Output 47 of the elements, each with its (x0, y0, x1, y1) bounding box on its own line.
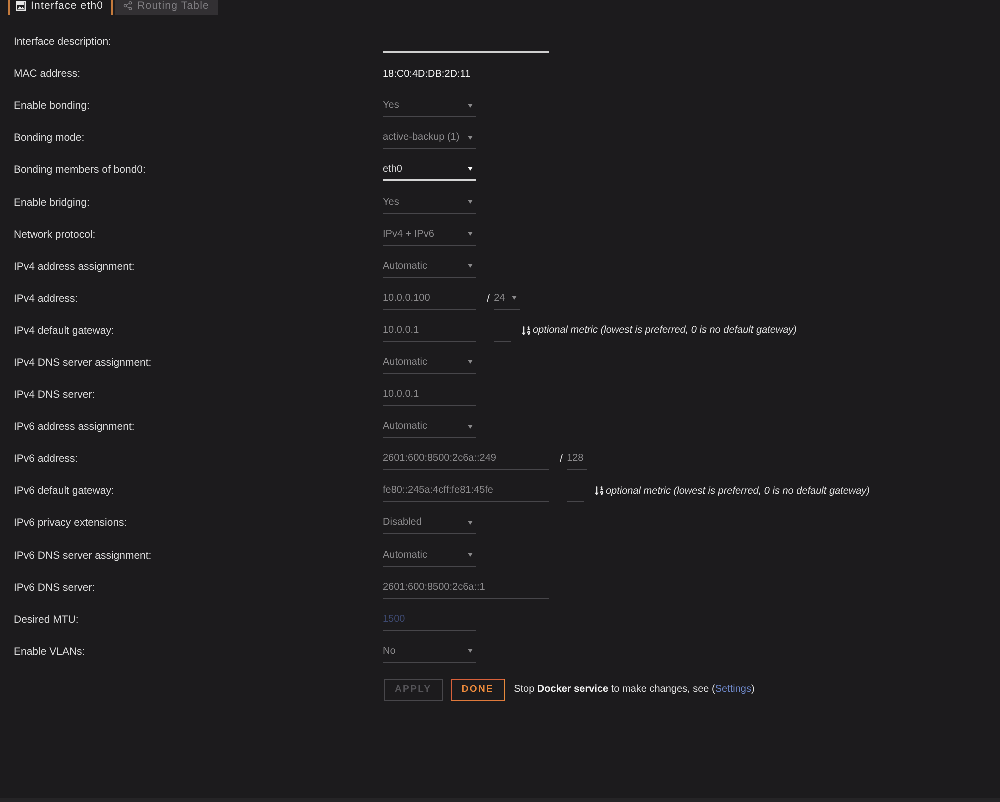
field-label: IPv6 privacy extensions: (14, 517, 128, 530)
field-label: IPv4 DNS server assignment: (14, 356, 152, 369)
caret-icon (468, 232, 473, 236)
field-label: IPv4 DNS server: (14, 389, 96, 402)
field-label: MAC address: (14, 68, 81, 80)
field-label: Bonding mode: (14, 132, 85, 144)
caret-icon (468, 360, 473, 364)
field-label: Interface description: (14, 36, 112, 48)
field-label: IPv4 address assignment: (14, 260, 135, 273)
share-icon (122, 1, 133, 11)
numeric-sort-icon (595, 486, 604, 496)
field-label: Enable bridging: (14, 196, 90, 209)
tab[interactable]: Interface eth0 (8, 0, 113, 15)
field-label: Network protocol: (14, 228, 96, 241)
field-label: Enable VLANs: (14, 646, 86, 658)
field-label: IPv6 DNS server: (14, 582, 96, 594)
caret-icon (468, 136, 473, 140)
field-label: Enable bonding: (14, 100, 90, 112)
field-label: IPv4 address: (14, 292, 78, 305)
field-label: IPv6 address assignment: (14, 421, 135, 434)
field-label: IPv6 address: (14, 453, 78, 466)
field-label: Bonding members of bond0: (14, 164, 146, 176)
field-value: 18:C0:4D:DB:2D:11 (383, 68, 471, 80)
settings-link[interactable]: Settings (715, 684, 752, 696)
dropdown-field[interactable]: eth0 (383, 159, 476, 182)
done-button[interactable]: DONE (450, 678, 506, 701)
docker-notice: Stop Docker service to make changes, see (Settings) (514, 684, 755, 696)
caret-icon (468, 264, 473, 268)
field-label: IPv6 default gateway: (14, 485, 114, 498)
caret-icon (468, 553, 473, 558)
caret-icon (468, 200, 473, 204)
caret-icon (468, 104, 473, 108)
caret-icon (468, 167, 473, 172)
field-label: IPv6 DNS server assignment: (14, 550, 152, 562)
metric-hint: optional metric (lowest is preferred, 0 is no default gateway) (606, 486, 870, 497)
caret-icon (468, 649, 473, 654)
numeric-sort-icon (522, 326, 531, 336)
caret-icon (512, 296, 518, 300)
prefix-separator: / (487, 292, 490, 305)
prefix-separator: / (560, 453, 564, 466)
field-label: IPv4 default gateway: (14, 324, 114, 337)
caret-icon (468, 520, 473, 525)
picture-icon (16, 1, 26, 11)
tab[interactable]: Routing Table (114, 0, 218, 15)
metric-hint: optional metric (lowest is preferred, 0 is no default gateway) (533, 325, 798, 336)
caret-icon (468, 424, 473, 429)
field-label: Desired MTU: (14, 614, 79, 626)
